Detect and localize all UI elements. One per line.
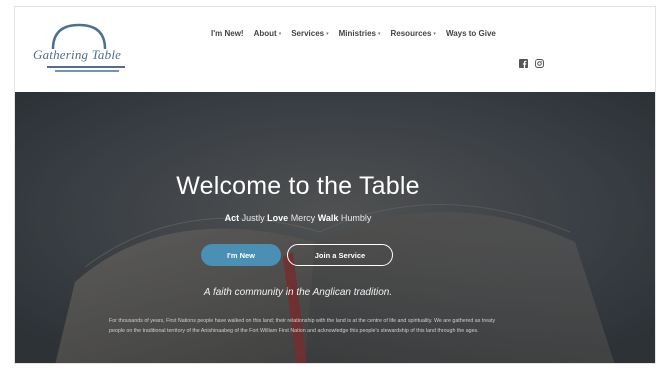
logo-text: Gathering Table <box>33 47 122 62</box>
main-nav: I'm New! About ▾ Services ▾ Ministries ▾… <box>211 29 506 38</box>
hero-title: Welcome to the Table <box>176 172 420 200</box>
join-service-button[interactable]: Join a Service <box>287 244 393 266</box>
nav-item-ways-to-give[interactable]: Ways to Give <box>446 29 496 38</box>
instagram-icon[interactable] <box>535 59 544 68</box>
table-arch-icon <box>47 23 125 72</box>
chevron-down-icon: ▾ <box>326 30 329 37</box>
nav-label: I'm New! <box>211 29 244 38</box>
tagline-word: Mercy <box>290 213 316 223</box>
tagline-word: Justly <box>241 213 265 223</box>
nav-label: Ways to Give <box>445 29 496 38</box>
nav-label: Services <box>291 29 325 38</box>
nav-item-services[interactable]: Services ▾ <box>291 29 328 38</box>
chevron-down-icon: ▾ <box>278 30 282 37</box>
tagline-word: Love <box>267 213 289 223</box>
hero-subtitle: A faith community in the Anglican tradit… <box>203 287 393 298</box>
chevron-down-icon: ▾ <box>433 30 436 37</box>
nav-item-ministries[interactable]: Ministries ▾ <box>339 29 381 38</box>
nav-item-im-new[interactable]: I'm New! <box>211 29 244 38</box>
site-header: Gathering Table I'm New! About ▾ Service… <box>15 7 655 92</box>
social-links <box>519 59 544 68</box>
tagline-word: Act <box>224 213 240 223</box>
chevron-down-icon: ▾ <box>377 30 381 37</box>
site-logo[interactable]: Gathering Table <box>29 17 139 75</box>
nav-label: About <box>253 29 277 38</box>
tagline-word: Humbly <box>340 213 372 223</box>
nav-item-resources[interactable]: Resources ▾ <box>391 29 436 38</box>
nav-label: Ministries <box>338 29 376 38</box>
tagline-word: Walk <box>317 213 339 223</box>
facebook-icon[interactable] <box>519 59 528 68</box>
im-new-button[interactable]: I'm New <box>201 244 281 266</box>
nav-label: Resources <box>390 29 432 38</box>
browser-page: Gathering Table I'm New! About ▾ Service… <box>14 6 656 364</box>
hero-tagline: Act Justly Love Mercy Walk Humbly <box>15 213 581 223</box>
hero-banner: Welcome to the Table Act Justly Love Mer… <box>15 92 655 363</box>
land-acknowledgement: For thousands of years, First Nations pe… <box>109 318 496 334</box>
nav-item-about[interactable]: About ▾ <box>254 29 282 38</box>
